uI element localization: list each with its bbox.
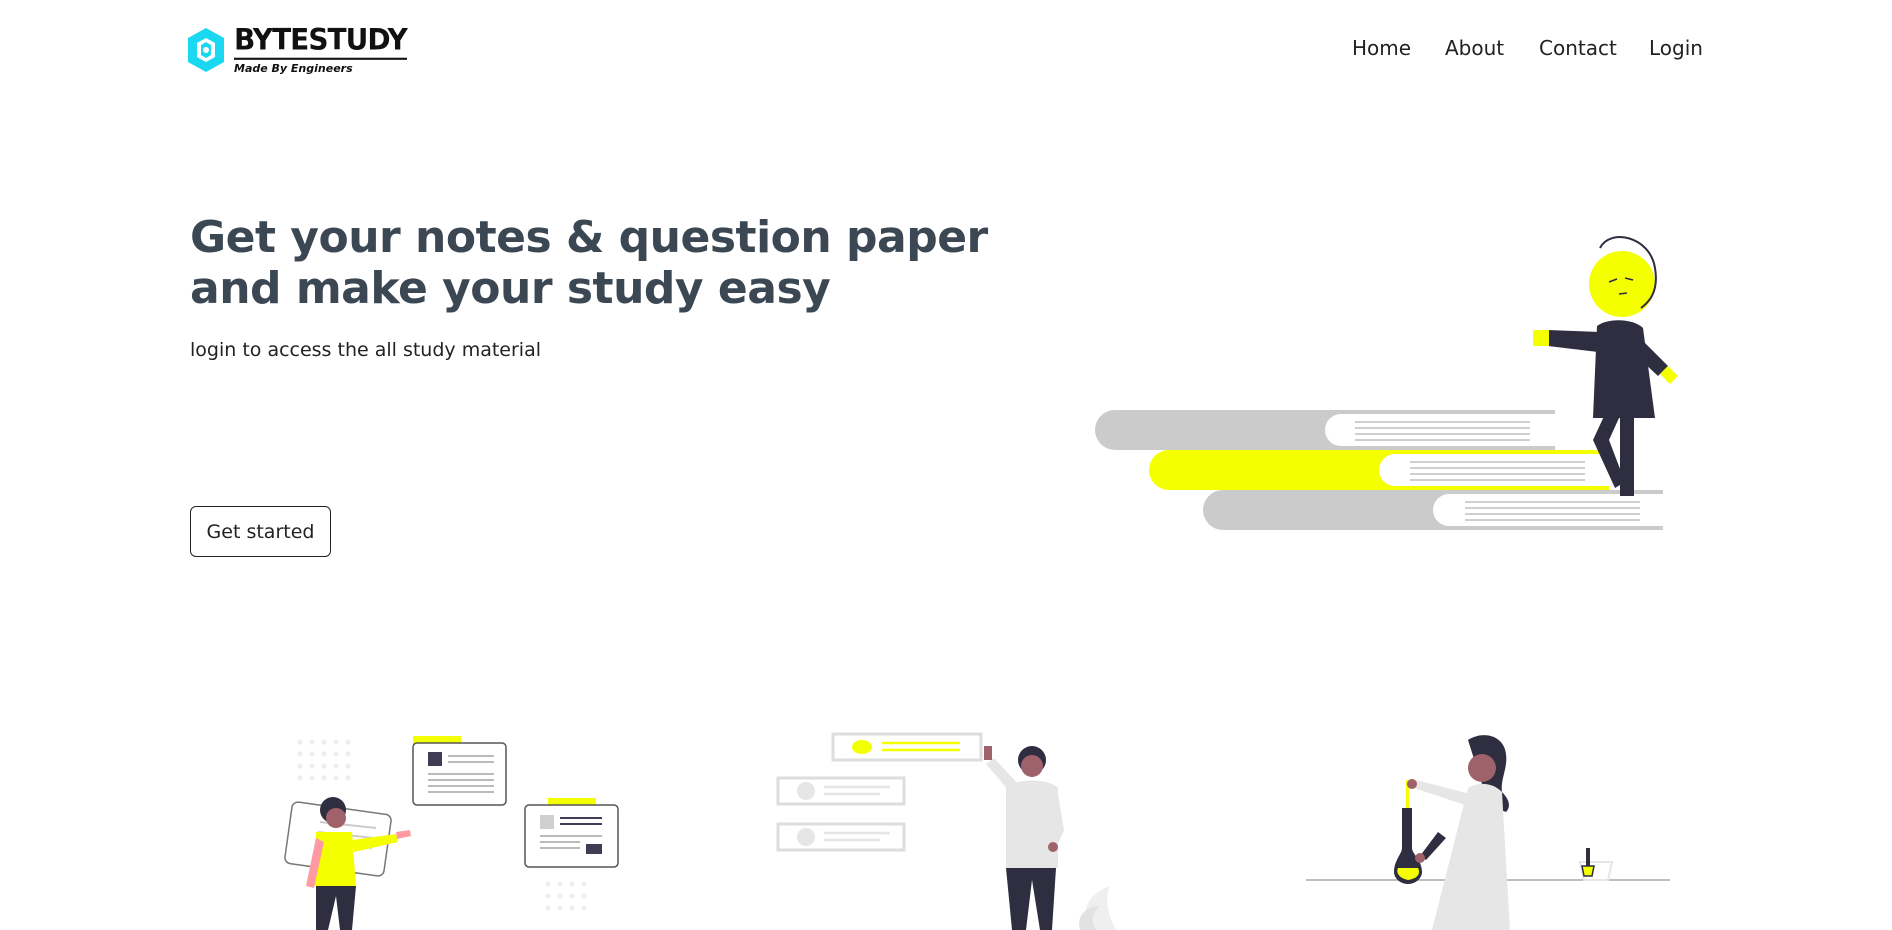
main-nav: Home About Contact Login xyxy=(0,36,1892,66)
nav-contact-link[interactable]: Contact xyxy=(1539,36,1617,60)
get-started-button[interactable]: Get started xyxy=(190,506,331,557)
notes-cards-illustration xyxy=(284,736,619,930)
checklist-illustration xyxy=(776,732,1116,930)
nav-home-link[interactable]: Home xyxy=(1352,36,1411,60)
hero-title-line-1: Get your notes & question paper xyxy=(190,212,988,263)
hero-title: Get your notes & question paper and make… xyxy=(190,212,990,314)
hero-subtitle: login to access the all study material xyxy=(190,339,541,361)
nav-about-link[interactable]: About xyxy=(1445,36,1504,60)
lab-illustration xyxy=(1306,735,1670,930)
hero-title-line-2: and make your study easy xyxy=(190,263,831,314)
nav-login-link[interactable]: Login xyxy=(1649,36,1703,60)
books-stack-illustration xyxy=(1095,236,1678,530)
